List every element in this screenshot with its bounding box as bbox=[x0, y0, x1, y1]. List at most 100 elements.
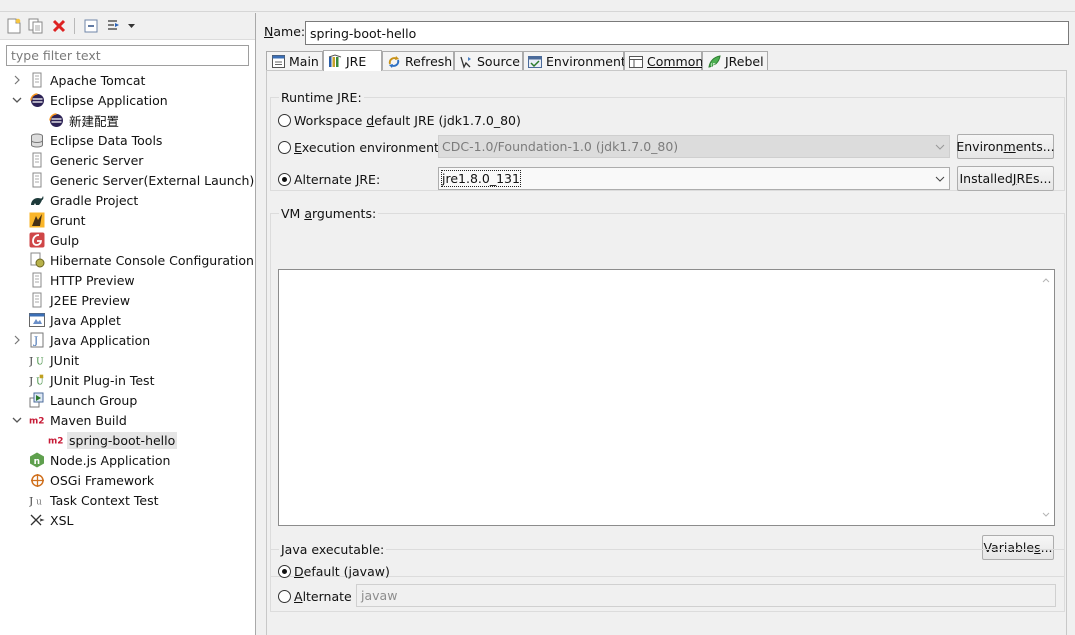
name-label: Name: bbox=[264, 24, 306, 39]
tree-item[interactable]: J U JUnit bbox=[0, 350, 255, 370]
tree-item[interactable]: n Node.js Application bbox=[0, 450, 255, 470]
tree-item[interactable]: m2 spring-boot-hello bbox=[0, 430, 255, 450]
chevron-down-icon bbox=[931, 136, 949, 157]
maven-icon: m2 bbox=[29, 412, 45, 428]
execution-environment-select[interactable]: CDC-1.0/Foundation-1.0 (jdk1.7.0_80) bbox=[438, 135, 950, 158]
duplicate-icon[interactable] bbox=[28, 18, 44, 34]
alternate-jre-select[interactable]: jre1.8.0_131 bbox=[438, 167, 950, 190]
tree-item[interactable]: Ju Task Context Test bbox=[0, 490, 255, 510]
alternate-jre-label: Alternate JRE: bbox=[294, 172, 381, 187]
tree-item[interactable]: J Java Application bbox=[0, 330, 255, 350]
alternate-jre-radio[interactable]: Alternate JRE: bbox=[278, 172, 380, 187]
chevron-down-icon[interactable] bbox=[11, 410, 23, 430]
tree-item-label: Maven Build bbox=[50, 412, 127, 428]
svg-text:J: J bbox=[29, 494, 33, 507]
execution-environment-radio[interactable]: Execution environment: bbox=[278, 140, 443, 155]
launch-config-tree-panel: Apache Tomcat Eclipse Application 新建配置 Ecli… bbox=[0, 13, 256, 635]
junit-plugin-icon: JU bbox=[29, 372, 45, 388]
tree-item-label: spring-boot-hello bbox=[67, 431, 178, 449]
nodejs-icon: n bbox=[29, 452, 45, 468]
tab-common[interactable]: Common bbox=[624, 51, 703, 71]
tree-item[interactable]: Apache Tomcat bbox=[0, 70, 255, 90]
tree-item[interactable]: 新建配置 bbox=[0, 110, 255, 130]
tree-item[interactable]: J U JUnit Plug-in Test bbox=[0, 370, 255, 390]
tree-item-label: Grunt bbox=[50, 212, 86, 228]
tab-jre[interactable]: JRE bbox=[323, 50, 382, 71]
vertical-scrollbar[interactable] bbox=[1038, 270, 1054, 525]
tree-item[interactable]: Generic Server bbox=[0, 150, 255, 170]
filter-menu-icon[interactable] bbox=[106, 18, 138, 34]
tree-item[interactable]: Generic Server(External Launch) bbox=[0, 170, 255, 190]
workspace-default-jre-radio[interactable]: Workspace default JRE (jdk1.7.0_80) bbox=[278, 113, 521, 128]
chevron-right-icon[interactable] bbox=[11, 330, 23, 350]
tree-item-label: JUnit bbox=[50, 352, 80, 368]
tab-main[interactable]: Main bbox=[266, 51, 323, 71]
tab-refresh[interactable]: Refresh bbox=[382, 51, 454, 71]
tab-jrebel[interactable]: JR JRebel bbox=[702, 51, 768, 71]
tab-environment[interactable]: Environment bbox=[523, 51, 626, 71]
default-javaw-radio[interactable]: Default (javaw) bbox=[278, 564, 390, 579]
osgi-icon bbox=[29, 472, 45, 488]
tree-item-label: Launch Group bbox=[50, 392, 138, 408]
radio-circle bbox=[278, 141, 291, 154]
tree-item[interactable]: Hibernate Console Configuration bbox=[0, 250, 255, 270]
vm-arguments-textarea[interactable] bbox=[278, 269, 1055, 526]
chevron-right-icon[interactable] bbox=[11, 70, 23, 90]
delete-icon[interactable] bbox=[51, 18, 67, 34]
installed-jres-button[interactable]: Installed J REs... bbox=[957, 166, 1054, 191]
alternate-executable-label: Alternate bbox=[294, 589, 352, 604]
server-icon bbox=[29, 152, 45, 168]
tree-item[interactable]: Java Applet bbox=[0, 310, 255, 330]
server-icon bbox=[29, 172, 45, 188]
tree-item-label: Generic Server(External Launch) bbox=[50, 172, 255, 188]
tree-item[interactable]: Gulp bbox=[0, 230, 255, 250]
tree-item-label: Java Application bbox=[50, 332, 151, 348]
chevron-down-icon bbox=[931, 168, 949, 189]
tree-item[interactable]: Launch Group bbox=[0, 390, 255, 410]
java-executable-title: Java executable: bbox=[279, 542, 387, 557]
config-editor-panel: Name: Main JRE Refresh Source Environmen… bbox=[258, 13, 1075, 635]
tree-item[interactable]: Grunt bbox=[0, 210, 255, 230]
execution-environment-label: Execution environment: bbox=[294, 140, 444, 155]
tree-item-label: Eclipse Application bbox=[50, 92, 168, 108]
svg-text:m2: m2 bbox=[48, 437, 63, 446]
name-input[interactable] bbox=[305, 21, 1069, 45]
chevron-down-icon[interactable] bbox=[11, 90, 23, 110]
tree-item[interactable]: OSGi Framework bbox=[0, 470, 255, 490]
radio-circle-selected bbox=[278, 565, 291, 578]
tree-item-label: XSL bbox=[50, 512, 74, 528]
vm-arguments-title: VM arguments: bbox=[279, 206, 379, 221]
tree-item-label: HTTP Preview bbox=[50, 272, 135, 288]
collapse-all-icon[interactable] bbox=[83, 18, 99, 34]
alternate-executable-input[interactable]: javaw bbox=[356, 584, 1056, 607]
maven-icon: m2 bbox=[48, 432, 64, 448]
tree-item[interactable]: XSL bbox=[0, 510, 255, 530]
grunt-icon bbox=[29, 212, 45, 228]
jrebel-tab-icon: JR bbox=[707, 54, 721, 69]
tree-item[interactable]: J2EE Preview bbox=[0, 290, 255, 310]
jre-tab-content: Runtime JRE: Workspace default JRE (jdk1… bbox=[266, 70, 1067, 635]
tree-item[interactable]: Gradle Project bbox=[0, 190, 255, 210]
radio-circle-selected bbox=[278, 173, 291, 186]
tab-source[interactable]: Source bbox=[454, 51, 523, 71]
svg-text:U: U bbox=[36, 357, 44, 367]
filter-input[interactable] bbox=[6, 45, 249, 66]
environment-tab-icon bbox=[528, 55, 542, 69]
radio-circle bbox=[278, 114, 291, 127]
main-tab-icon bbox=[271, 55, 285, 69]
environments-button[interactable]: Environ m ents... bbox=[956, 134, 1055, 159]
new-config-icon[interactable] bbox=[6, 18, 22, 34]
svg-text:J: J bbox=[29, 354, 33, 367]
svg-text:n: n bbox=[34, 457, 40, 467]
tree-item[interactable]: HTTP Preview bbox=[0, 270, 255, 290]
svg-text:JR: JR bbox=[710, 63, 716, 69]
workspace-default-jre-label: Workspace default JRE (jdk1.7.0_80) bbox=[294, 113, 521, 128]
svg-text:J: J bbox=[29, 374, 33, 387]
tree-item[interactable]: m2 Maven Build bbox=[0, 410, 255, 430]
tree-item[interactable]: Eclipse Application bbox=[0, 90, 255, 110]
tree-item-label: Gulp bbox=[50, 232, 80, 248]
tree-item-label: 新建配置 bbox=[69, 113, 120, 129]
gradle-icon bbox=[29, 192, 45, 208]
alternate-executable-radio[interactable]: Alternate bbox=[278, 589, 352, 604]
tree-item[interactable]: Eclipse Data Tools bbox=[0, 130, 255, 150]
